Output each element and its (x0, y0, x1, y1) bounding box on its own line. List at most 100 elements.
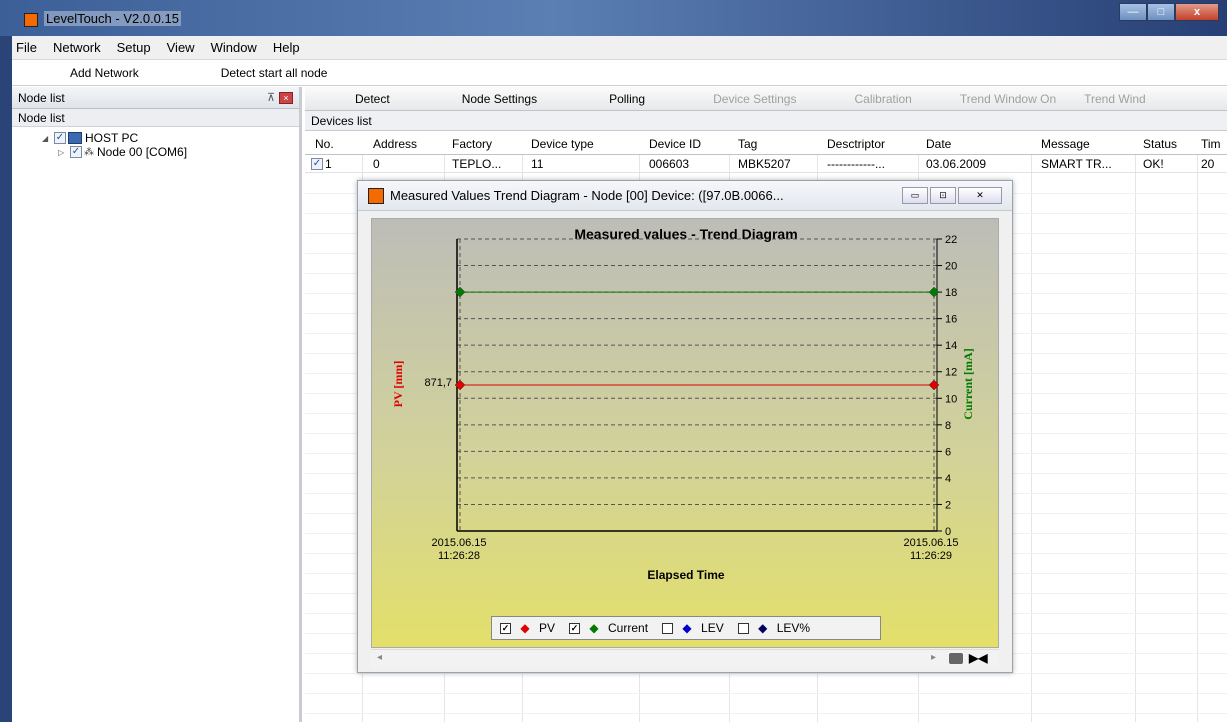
menu-help[interactable]: Help (273, 40, 300, 55)
fit-icon[interactable]: ▶◀ (969, 651, 987, 665)
col-device-type[interactable]: Device type (531, 137, 594, 151)
chart-legend: ✓ ◆ PV ✓ ◆ Current ◆ LEV ◆ LEV% (491, 616, 881, 640)
cell-factory: TEPLO... (452, 157, 502, 171)
col-tag[interactable]: Tag (738, 137, 757, 151)
trend-window-title: Measured Values Trend Diagram - Node [00… (390, 188, 784, 203)
diamond-marker-icon: ◆ (520, 621, 530, 635)
computer-icon (68, 132, 82, 144)
cell-device-type: 11 (531, 157, 544, 171)
tab-trend-window-on[interactable]: Trend Window On (946, 92, 1070, 106)
legend-label-lev: LEV (701, 621, 724, 635)
col-device-id[interactable]: Device ID (649, 137, 701, 151)
close-button[interactable]: x (1175, 3, 1219, 21)
panel-close-icon[interactable]: × (279, 91, 293, 104)
diamond-marker-icon: ◆ (589, 621, 599, 635)
x-axis-label: Elapsed Time (647, 568, 724, 582)
right-axis-tick-label: 6 (945, 446, 951, 458)
legend-item-current[interactable]: ✓ ◆ Current (569, 621, 648, 635)
host-label: HOST PC (85, 131, 139, 145)
trend-diagram-window: Measured Values Trend Diagram - Node [00… (357, 180, 1013, 673)
tab-detect[interactable]: Detect (305, 92, 404, 106)
tab-polling[interactable]: Polling (595, 92, 659, 106)
tree-item-node-00[interactable]: ▷ ✓ ⁂ Node 00 [COM6] (42, 145, 299, 159)
right-axis-tick-label: 14 (945, 340, 957, 352)
app-icon (368, 187, 384, 204)
trend-chart-svg: Measured values - Trend Diagram 02468101… (391, 226, 975, 582)
cell-message: SMART TR... (1041, 157, 1112, 171)
diamond-marker-icon: ◆ (682, 621, 692, 635)
row-checkbox[interactable]: ✓ (311, 158, 323, 170)
host-checkbox[interactable]: ✓ (54, 132, 66, 144)
node-list-panel: Node list ⊼ × Node list ◢ ✓ HOST PC ▷ ✓ … (12, 87, 302, 722)
tab-calibration[interactable]: Calibration (840, 92, 925, 106)
devices-list-header: Devices list (305, 111, 1227, 131)
legend-checkbox-pv[interactable]: ✓ (500, 622, 511, 634)
node-checkbox[interactable]: ✓ (70, 146, 82, 158)
detect-start-all-node-button[interactable]: Detect start all node (213, 66, 336, 80)
cell-descriptor: ------------... (827, 157, 885, 171)
pin-icon[interactable]: ⊼ (267, 91, 275, 104)
cell-address: 0 (373, 157, 380, 171)
collapse-arrow-icon[interactable]: ▷ (58, 148, 68, 157)
scroll-left-icon[interactable]: ◂ (377, 652, 382, 663)
add-network-button[interactable]: Add Network (62, 66, 147, 80)
col-address[interactable]: Address (373, 137, 417, 151)
chart-title: Measured values - Trend Diagram (574, 226, 797, 242)
col-descriptor[interactable]: Desctriptor (827, 137, 885, 151)
trend-restore-button[interactable]: ⊡ (930, 187, 956, 204)
legend-checkbox-current[interactable]: ✓ (569, 622, 581, 634)
right-axis-tick-label: 20 (945, 261, 957, 273)
col-status[interactable]: Status (1143, 137, 1177, 151)
col-no[interactable]: No. (315, 137, 334, 151)
toolbar: Add Network Detect start all node (12, 60, 1227, 86)
right-axis-label: Current [mA] (961, 348, 975, 419)
tab-node-settings[interactable]: Node Settings (448, 92, 551, 106)
tab-device-settings[interactable]: Device Settings (699, 92, 810, 106)
right-axis-tick-label: 12 (945, 367, 957, 379)
table-row[interactable]: ✓ 1 0 TEPLO... 11 006603 MBK5207 -------… (305, 155, 1227, 173)
maximize-button[interactable]: □ (1147, 3, 1175, 21)
scroll-right-icon[interactable]: ▸ (931, 652, 936, 663)
x-tick-start-date: 2015.06.15 (431, 537, 486, 549)
trend-chart: Measured values - Trend Diagram 0 2 4 6 8 10 1… (371, 218, 999, 648)
col-date[interactable]: Date (926, 137, 951, 151)
menu-file[interactable]: File (16, 40, 37, 55)
col-factory[interactable]: Factory (452, 137, 492, 151)
legend-item-lev-percent[interactable]: ◆ LEV% (737, 621, 811, 635)
node-list-subheader: Node list (12, 109, 299, 127)
cell-device-id: 006603 (649, 157, 690, 171)
right-axis-tick-label: 16 (945, 314, 957, 326)
tab-trend-window[interactable]: Trend Wind (1070, 92, 1160, 106)
x-tick-start-time: 11:26:28 (438, 550, 480, 562)
menu-bar: File Network Setup View Window Help (12, 36, 1227, 60)
menu-setup[interactable]: Setup (117, 40, 151, 55)
trend-window-titlebar[interactable]: Measured Values Trend Diagram - Node [00… (358, 181, 1012, 211)
menu-network[interactable]: Network (53, 40, 101, 55)
legend-item-pv[interactable]: ✓ ◆ PV (500, 621, 555, 635)
node-tree: ◢ ✓ HOST PC ▷ ✓ ⁂ Node 00 [COM6] (12, 127, 299, 159)
trend-minimize-button[interactable]: ▭ (902, 187, 928, 204)
legend-label-lev-percent: LEV% (776, 621, 811, 635)
app-window: LevelTouch - V2.0.0.15 — □ x File Networ… (0, 0, 1227, 722)
tree-item-host-pc[interactable]: ◢ ✓ HOST PC (42, 131, 299, 145)
cell-time: 20 (1201, 157, 1215, 171)
right-axis-tick-label: 10 (945, 393, 957, 405)
pause-icon[interactable] (949, 653, 963, 664)
chart-scrollbar[interactable]: ◂ ▸ ▶◀ (371, 649, 999, 667)
menu-view[interactable]: View (167, 40, 195, 55)
network-icon: ⁂ (84, 146, 94, 158)
left-axis-label: PV [mm] (391, 361, 405, 408)
menu-window[interactable]: Window (211, 40, 257, 55)
legend-checkbox-lev-percent[interactable] (737, 622, 749, 634)
right-axis-tick-label: 4 (945, 473, 951, 485)
node-list-header: Node list ⊼ × (12, 87, 299, 109)
legend-checkbox-lev[interactable] (662, 622, 674, 634)
expand-arrow-icon[interactable]: ◢ (42, 134, 52, 143)
minimize-button[interactable]: — (1119, 3, 1147, 21)
table-header: No. Address Factory Device type Device I… (305, 133, 1227, 155)
col-message[interactable]: Message (1041, 137, 1090, 151)
trend-close-button[interactable]: ✕ (958, 187, 1002, 204)
col-time[interactable]: Tim (1201, 137, 1221, 151)
legend-item-lev[interactable]: ◆ LEV (662, 621, 724, 635)
right-axis-tick-label: 8 (945, 420, 951, 432)
